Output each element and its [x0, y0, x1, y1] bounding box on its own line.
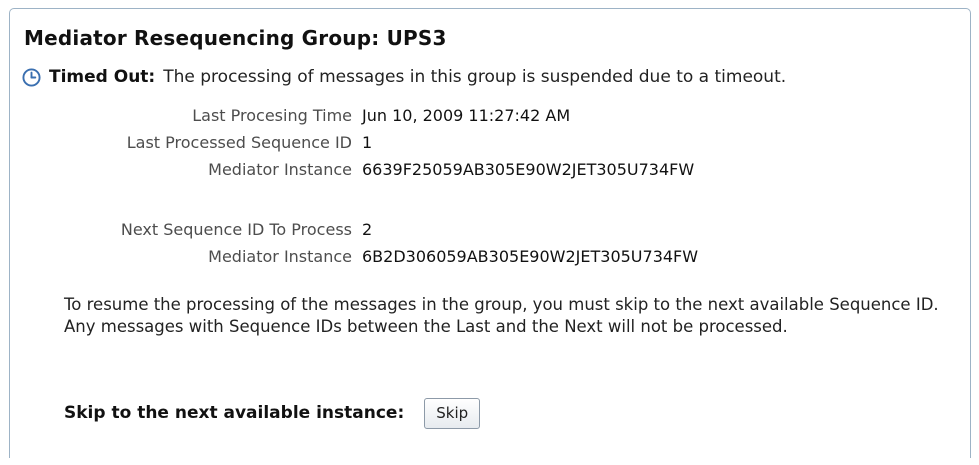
last-processing-time-row: Last Procesing Time Jun 10, 2009 11:27:4…	[0, 106, 979, 128]
next-sequence-id-row: Next Sequence ID To Process 2	[0, 220, 979, 242]
status-label: Timed Out:	[49, 67, 156, 87]
skip-row: Skip to the next available instance: Ski…	[64, 396, 481, 430]
resume-description: To resume the processing of the messages…	[64, 295, 939, 336]
next-mediator-instance-value: 6B2D306059AB305E90W2JET305U734FW	[362, 247, 699, 266]
next-sequence-id-value: 2	[362, 220, 373, 239]
skip-button[interactable]: Skip	[424, 397, 481, 429]
next-mediator-instance-label: Mediator Instance	[208, 247, 352, 266]
clock-icon	[22, 67, 41, 87]
status-text: The processing of messages in this group…	[163, 67, 787, 87]
last-mediator-instance-value: 6639F25059AB305E90W2JET305U734FW	[362, 160, 695, 179]
last-sequence-id-label: Last Processed Sequence ID	[126, 133, 352, 152]
status-message: Timed Out: The processing of messages in…	[22, 66, 786, 88]
panel-title: Mediator Resequencing Group: UPS3	[24, 26, 447, 50]
last-processing-time-value: Jun 10, 2009 11:27:42 AM	[362, 106, 571, 125]
next-mediator-instance-row: Mediator Instance 6B2D306059AB305E90W2JE…	[0, 247, 979, 269]
last-mediator-instance-label: Mediator Instance	[208, 160, 352, 179]
last-sequence-id-row: Last Processed Sequence ID 1	[0, 133, 979, 155]
skip-label: Skip to the next available instance:	[64, 403, 405, 423]
last-mediator-instance-row: Mediator Instance 6639F25059AB305E90W2JE…	[0, 160, 979, 182]
last-processing-time-label: Last Procesing Time	[192, 106, 352, 125]
last-sequence-id-value: 1	[362, 133, 373, 152]
next-sequence-id-label: Next Sequence ID To Process	[120, 220, 352, 239]
